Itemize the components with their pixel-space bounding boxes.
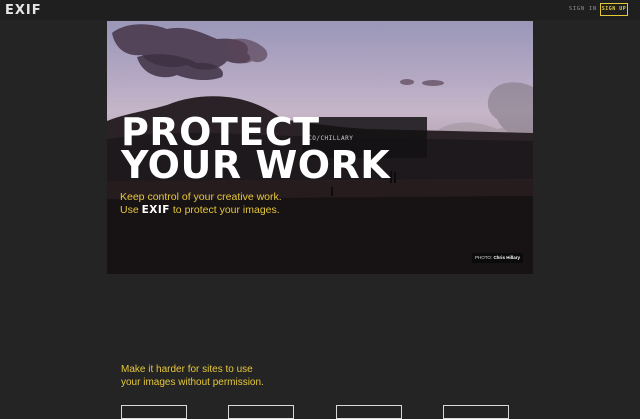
feature-button-1[interactable] xyxy=(121,405,187,419)
feature-button-2[interactable] xyxy=(228,405,294,419)
top-nav-bar: EXIF SIGN IN SIGN UP xyxy=(0,0,640,20)
exif-logo[interactable]: EXIF xyxy=(5,3,42,18)
hero-title: PROTECT YOUR WORK xyxy=(121,113,391,187)
section-heading-line-1: Make it harder for sites to use xyxy=(121,364,253,375)
section-heading: Make it harder for sites to use your ima… xyxy=(121,363,264,389)
hero-banner: .CO/CHILLARY PROTECT YOUR WORK Keep cont… xyxy=(107,21,533,274)
tagline-exif-brand: EXIF xyxy=(141,204,170,216)
photo-credit-prefix: PHOTO: xyxy=(475,255,493,260)
section-heading-line-2: your images without permission. xyxy=(121,377,264,388)
tagline-line-2: Use EXIF to protect your images. xyxy=(120,204,282,217)
photo-credit: PHOTO: Chris Hillary xyxy=(472,253,523,263)
feature-button-3[interactable] xyxy=(336,405,402,419)
hero-tagline: Keep control of your creative work. Use … xyxy=(120,191,282,217)
photo-credit-name[interactable]: Chris Hillary xyxy=(493,255,520,260)
tagline-rest: to protect your images. xyxy=(172,204,280,216)
hero-title-line-2: YOUR WORK xyxy=(121,143,391,187)
tagline-use: Use xyxy=(120,204,139,216)
feature-button-4[interactable] xyxy=(443,405,509,419)
sign-up-button[interactable]: SIGN UP xyxy=(600,3,628,16)
tagline-line-1: Keep control of your creative work. xyxy=(120,191,282,203)
sign-in-link[interactable]: SIGN IN xyxy=(569,6,597,12)
